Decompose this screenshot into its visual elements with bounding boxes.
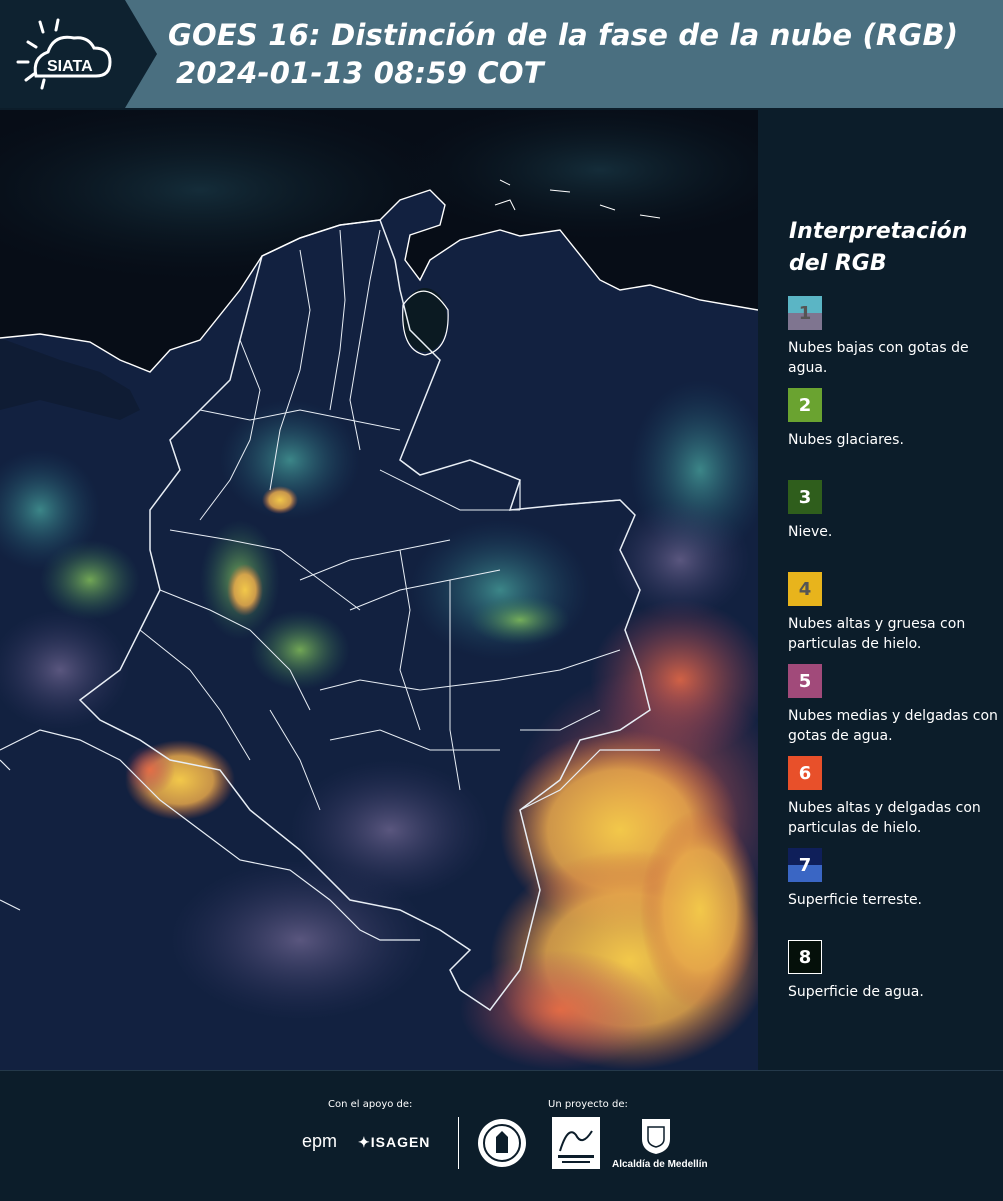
legend-swatch-5: 5 (788, 664, 822, 698)
legend-label: Superficie terreste. (788, 892, 923, 908)
legend-swatch-7: 7 (788, 848, 822, 882)
legend-swatch-8: 8 (788, 940, 822, 974)
legend-label: Nubes altas y gruesa con particulas de h… (788, 616, 966, 652)
legend-label: Nieve. (788, 524, 833, 540)
timestamp: 2024-01-13 08:59 COT (176, 56, 544, 90)
footer-divider (458, 1117, 459, 1169)
isagen-logo: ✦ISAGEN (358, 1134, 430, 1151)
area-metropolitana-logo (552, 1117, 600, 1169)
map-canvas (0, 110, 758, 1070)
isagen-label: ISAGEN (370, 1134, 431, 1150)
legend-swatch-6: 6 (788, 756, 822, 790)
legend-swatch-1: 1 (788, 296, 822, 330)
legend-title-line-1: Interpretación (789, 219, 968, 244)
legend-title-line-2: del RGB (789, 251, 887, 276)
legend-number: 5 (798, 670, 812, 692)
siata-logo: SIATA (16, 18, 112, 90)
legend-swatch-3: 3 (788, 480, 822, 514)
epm-logo: epm (302, 1131, 338, 1151)
siata-brand-text: SIATA (47, 58, 93, 75)
legend-number: 8 (798, 946, 812, 968)
legend-panel: Interpretación del RGB 1 Nubes bajas con … (760, 110, 1003, 1070)
legend-number: 4 (798, 578, 812, 600)
satellite-map (0, 110, 758, 1070)
header-bar: SIATA GOES 16: Distinción de la fase de … (0, 0, 1003, 108)
footer: Con el apoyo de: Un proyecto de: epm ✦IS… (0, 1070, 1003, 1201)
legend-title: Interpretación del RGB (789, 216, 989, 280)
alcaldia-shield-icon (642, 1119, 670, 1154)
legend-label: Nubes bajas con gotas de agua. (788, 340, 969, 376)
legend-number: 7 (798, 854, 812, 876)
legend-swatch-4: 4 (788, 572, 822, 606)
legend-label: Superficie de agua. (788, 984, 924, 1000)
legend-swatch-2: 2 (788, 388, 822, 422)
university-seal-icon (478, 1119, 526, 1167)
isagen-mark-icon: ✦ (358, 1134, 371, 1150)
page-title: GOES 16: Distinción de la fase de la nub… (168, 18, 959, 52)
header-chevron (125, 0, 157, 108)
alcaldia-label: Alcaldía de Medellín (612, 1159, 708, 1170)
support-label: Con el apoyo de: (328, 1099, 413, 1110)
logo-block: SIATA (0, 0, 125, 108)
legend-number: 2 (798, 394, 812, 416)
legend-label: Nubes altas y delgadas con particulas de… (788, 800, 981, 836)
legend-number: 3 (798, 486, 812, 508)
legend-label: Nubes glaciares. (788, 432, 904, 448)
legend-number: 6 (798, 762, 812, 784)
legend-label: Nubes medias y delgadas con gotas de agu… (788, 708, 998, 744)
project-label: Un proyecto de: (548, 1099, 628, 1110)
legend-number: 1 (798, 302, 812, 324)
